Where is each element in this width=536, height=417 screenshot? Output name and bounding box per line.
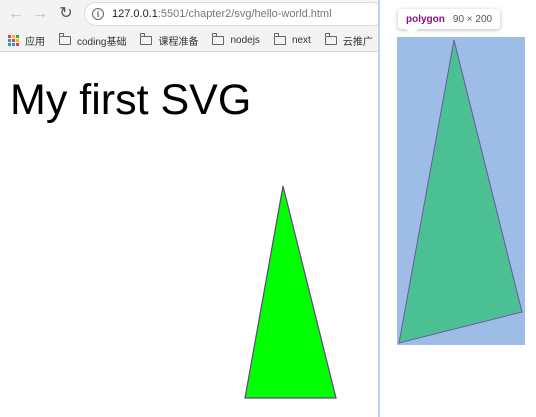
bookmark-label: next [291,35,311,46]
folder-icon [324,33,337,45]
arrow-right-icon[interactable]: → [30,4,50,24]
bookmarks-bar: 应用 coding基础 课程准备 nodejs next 云推广 [0,30,378,52]
svg-canvas [244,185,337,399]
bookmark-coding[interactable]: coding基础 [59,33,126,48]
url-host: 127.0.0.1 [112,8,158,20]
bookmark-next[interactable]: next [273,33,311,46]
highlight-svg [398,39,523,344]
browser-toolbar: ← → ↻ i 127.0.0.1 :5501/chapter2/svg/hel… [0,0,378,30]
screen: ← → ↻ i 127.0.0.1 :5501/chapter2/svg/hel… [0,0,536,417]
folder-icon [212,33,225,45]
bookmark-label: 课程准备 [158,37,199,48]
folder-icon [140,33,153,45]
browser-window: ← → ↻ i 127.0.0.1 :5501/chapter2/svg/hel… [0,0,378,417]
page-title: My first SVG [10,76,252,124]
bookmark-cloud-promo[interactable]: 云推广 [324,33,373,48]
tooltip-tag: polygon [406,13,445,25]
bookmark-label: nodejs [230,35,260,46]
element-tooltip: polygon 90 × 200 [398,9,501,35]
folder-icon [273,33,286,45]
bookmark-apps[interactable]: 应用 [8,33,45,48]
bookmark-nodejs[interactable]: nodejs [212,33,260,46]
bookmark-label: coding基础 [77,37,127,48]
bookmark-course-prep[interactable]: 课程准备 [140,33,198,48]
info-icon[interactable]: i [92,8,104,20]
address-bar[interactable]: i 127.0.0.1 :5501/chapter2/svg/hello-wor… [84,2,378,26]
bookmark-label: 云推广 [342,37,373,48]
highlighted-triangle-polygon[interactable] [398,39,523,344]
url-path: :5501/chapter2/svg/hello-world.html [157,8,332,20]
folder-icon [59,33,71,45]
inspector-pane: polygon 90 × 200 [380,0,536,417]
apps-icon [8,35,19,46]
bookmark-label: 应用 [25,37,45,48]
green-triangle-polygon[interactable] [244,185,337,399]
polygon-highlight-box [397,37,525,345]
reload-icon[interactable]: ↻ [56,4,76,24]
tooltip-size: 90 × 200 [452,13,493,25]
arrow-left-icon[interactable]: ← [6,4,26,24]
